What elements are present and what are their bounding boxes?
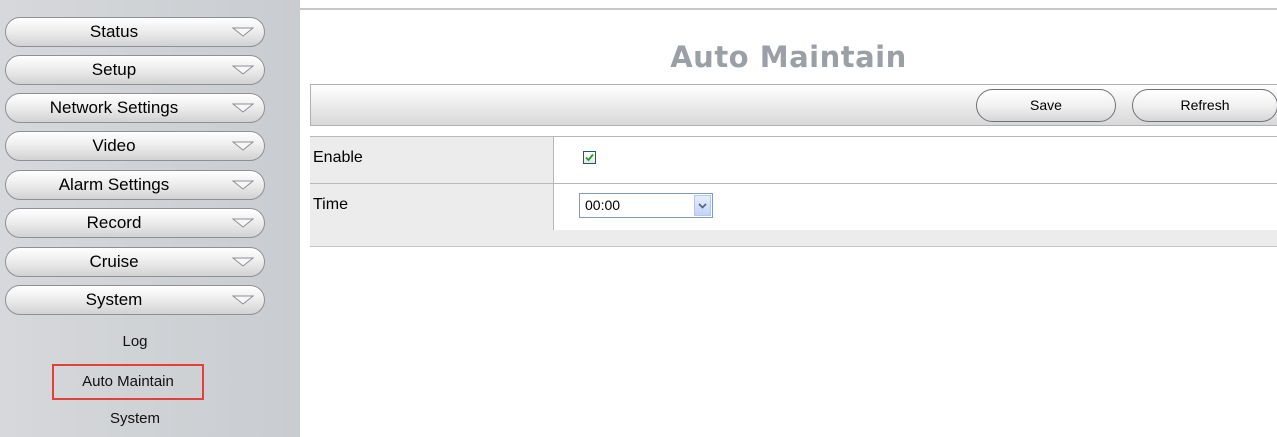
menu-label: Network Settings <box>49 98 179 117</box>
menu-system[interactable]: System <box>5 285 265 315</box>
chevron-down-icon <box>232 180 254 190</box>
menu-label: Setup <box>91 60 137 79</box>
submenu-item-system[interactable]: System <box>0 409 270 429</box>
page-title: Auto Maintain <box>670 40 907 74</box>
chevron-down-icon <box>232 65 254 75</box>
time-select[interactable]: 00:00 <box>579 193 713 218</box>
chevron-down-icon <box>232 141 254 151</box>
chevron-down-icon <box>232 257 254 267</box>
menu-alarm-settings[interactable]: Alarm Settings <box>5 170 265 200</box>
chevron-down-icon[interactable] <box>694 195 711 216</box>
menu-setup[interactable]: Setup <box>5 55 265 85</box>
menu-label: Cruise <box>89 252 139 271</box>
checkmark-icon <box>585 153 594 162</box>
chevron-down-icon <box>232 218 254 228</box>
menu-label: Status <box>89 22 139 41</box>
top-divider <box>300 8 1277 10</box>
enable-label: Enable <box>310 137 554 183</box>
sidebar: Status Setup Network Settings Video Alar… <box>0 0 300 437</box>
menu-video[interactable]: Video <box>5 131 265 161</box>
submenu-item-log[interactable]: Log <box>0 332 270 352</box>
chevron-down-icon <box>232 295 254 305</box>
enable-value-cell <box>554 137 1277 183</box>
menu-label: Video <box>92 136 136 155</box>
menu-record[interactable]: Record <box>5 208 265 238</box>
settings-table: Enable Time 00:00 <box>310 136 1277 231</box>
refresh-button[interactable]: Refresh <box>1132 89 1277 122</box>
time-select-value: 00:00 <box>585 197 621 213</box>
enable-checkbox[interactable] <box>583 151 596 164</box>
table-row-enable: Enable <box>310 137 1277 184</box>
toolbar: Save Refresh <box>310 84 1277 126</box>
submenu-item-auto-maintain[interactable]: Auto Maintain <box>52 364 204 400</box>
time-value-cell: 00:00 <box>554 184 1277 230</box>
menu-cruise[interactable]: Cruise <box>5 247 265 277</box>
chevron-down-icon <box>232 103 254 113</box>
chevron-down-icon <box>232 27 254 37</box>
table-row-time: Time 00:00 <box>310 184 1277 231</box>
menu-label: Alarm Settings <box>58 175 170 194</box>
menu-status[interactable]: Status <box>5 17 265 47</box>
menu-network-settings[interactable]: Network Settings <box>5 93 265 123</box>
menu-label: System <box>85 290 143 309</box>
table-footer <box>310 230 1277 247</box>
time-label: Time <box>310 184 554 230</box>
menu-label: Record <box>86 213 142 232</box>
save-button[interactable]: Save <box>976 89 1116 122</box>
